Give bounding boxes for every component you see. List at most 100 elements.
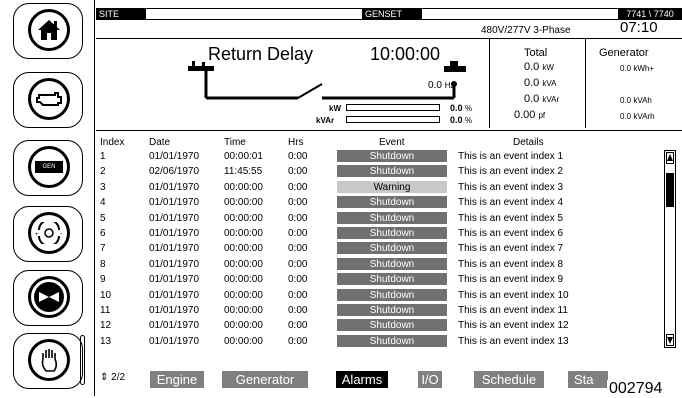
transfer-button[interactable]: + -	[13, 206, 83, 262]
kvar-bar	[346, 116, 440, 123]
kw-bar	[346, 104, 440, 111]
row-date: 02/06/1970	[149, 166, 200, 178]
row-date: 01/01/1970	[149, 243, 200, 255]
voltage-label: 480V/277V 3-Phase	[481, 25, 571, 36]
kvar-bar-label: kVAr	[316, 116, 335, 125]
totals-divider-left	[489, 38, 490, 128]
total-kvar-value: 0.0	[524, 93, 540, 105]
scroll-thumb[interactable]	[666, 173, 674, 207]
kw-bar-label: kW	[329, 104, 341, 113]
row-time: 00:00:00	[224, 197, 263, 209]
row-index: 5	[100, 212, 106, 224]
tab-alarms[interactable]: Alarms	[336, 371, 388, 388]
row-date: 01/01/1970	[149, 305, 200, 316]
scroll-up-button[interactable]	[666, 152, 674, 164]
tab-io[interactable]: I/O	[418, 371, 442, 388]
row-details: This is an event index 2	[458, 166, 564, 178]
row-index: 7	[100, 243, 106, 255]
generator-icon: GEN	[28, 146, 70, 188]
table-row[interactable]: 11 01/01/1970 00:00:00 0:00 Shutdown This is …	[98, 304, 668, 317]
row-details: This is an event index 1	[458, 151, 564, 162]
tab-schedule[interactable]: Schedule	[474, 371, 544, 388]
table-row[interactable]: 3 01/01/1970 00:00:00 0:00 Warning This is an…	[98, 180, 668, 194]
table-row[interactable]: 8 01/01/1970 00:00:00 0:00 Shutdown This is a…	[98, 257, 668, 271]
engine-button[interactable]	[13, 72, 83, 128]
gen-kvarh: 0.0 kVArh	[620, 112, 655, 121]
table-row[interactable]: 6 01/01/1970 00:00:00 0:00 Shutdown This is a…	[98, 227, 668, 240]
table-row[interactable]: 4 01/01/1970 00:00:00 0:00 Shutdown This is a…	[98, 196, 668, 209]
generator-button[interactable]: GEN	[13, 140, 83, 196]
event-badge: Shutdown	[337, 273, 447, 286]
event-badge: Shutdown	[337, 304, 447, 316]
row-index: 13	[100, 335, 112, 347]
row-hrs: 0:00	[288, 243, 308, 255]
event-badge: Shutdown	[337, 257, 447, 270]
tab-generator[interactable]: Generator	[222, 371, 308, 388]
row-details: This is an event index 8	[458, 258, 564, 270]
row-index: 12	[100, 320, 112, 332]
event-badge: Shutdown	[337, 319, 447, 332]
svg-text:+: +	[35, 232, 39, 238]
home-icon	[28, 9, 70, 51]
row-hrs: 0:00	[288, 166, 308, 178]
row-time: 00:00:00	[224, 305, 263, 316]
event-badge: Shutdown	[337, 150, 447, 162]
gen-kvah: 0.0 kVAh	[620, 96, 652, 105]
event-badge: Shutdown	[337, 196, 447, 209]
row-date: 01/01/1970	[149, 151, 200, 162]
row-index: 10	[100, 289, 112, 301]
row-date: 01/01/1970	[149, 228, 200, 239]
total-kw-unit: kW	[542, 63, 554, 72]
home-button[interactable]	[13, 3, 83, 59]
total-kva-value: 0.0	[524, 77, 540, 89]
row-index: 6	[100, 228, 106, 239]
row-time: 00:00:00	[224, 335, 263, 347]
table-row[interactable]: 5 01/01/1970 00:00:00 0:00 Shutdown This is a…	[98, 211, 668, 225]
table-row[interactable]: 1 01/01/1970 00:00:01 0:00 Shutdown This is a…	[98, 150, 668, 163]
table-row[interactable]: 12 01/01/1970 00:00:00 0:00 Shutdown This is …	[98, 319, 668, 332]
event-badge: Shutdown	[337, 288, 447, 301]
row-time: 00:00:00	[224, 212, 263, 224]
table-row[interactable]: 7 01/01/1970 00:00:00 0:00 Shutdown This is a…	[98, 242, 668, 255]
site-field	[146, 8, 362, 20]
table-row[interactable]: 9 01/01/1970 00:00:00 0:00 Shutdown This is a…	[98, 273, 668, 286]
event-badge: Shutdown	[337, 242, 447, 255]
page-indicator[interactable]: ⇕ 2/2	[100, 372, 125, 383]
frequency-value: 0.0	[428, 80, 442, 91]
row-index: 11	[100, 305, 111, 316]
genset-field	[422, 8, 618, 20]
row-date: 01/01/1970	[149, 181, 200, 193]
table-row[interactable]: 10 01/01/1970 00:00:00 0:00 Shutdown This is …	[98, 288, 668, 302]
row-time: 00:00:00	[224, 243, 263, 255]
stop-button[interactable]	[13, 270, 83, 326]
table-header: Index Date Time Hrs Event Details	[98, 136, 668, 149]
header-time: Time	[224, 137, 246, 148]
row-date: 01/01/1970	[149, 289, 200, 301]
total-pf-unit: pf	[538, 111, 546, 120]
row-details: This is an event index 12	[458, 320, 569, 332]
tab-status[interactable]: Sta	[568, 371, 608, 388]
header-underline	[96, 38, 682, 39]
hand-icon	[28, 339, 70, 381]
gen-label: GEN	[35, 161, 63, 173]
row-index: 8	[100, 258, 106, 270]
total-kva-unit: kVA	[542, 79, 557, 88]
row-date: 01/01/1970	[149, 320, 200, 332]
engine-icon	[28, 78, 70, 120]
row-hrs: 0:00	[288, 274, 308, 286]
row-details: This is an event index 10	[458, 289, 569, 301]
row-hrs: 0:00	[288, 335, 308, 347]
row-date: 01/01/1970	[149, 258, 200, 270]
event-badge: Shutdown	[337, 227, 447, 239]
row-time: 00:00:01	[224, 151, 263, 162]
side-handle	[80, 335, 85, 385]
hand-button[interactable]	[13, 333, 83, 389]
table-row[interactable]: 2 02/06/1970 11:45:55 0:00 Shutdown This is a…	[98, 165, 668, 178]
table-row[interactable]: 13 01/01/1970 00:00:00 0:00 Shutdown This is …	[98, 334, 668, 348]
tab-engine[interactable]: Engine	[150, 371, 204, 388]
scrollbar[interactable]	[664, 150, 676, 348]
page-number: 2/2	[111, 372, 126, 383]
scroll-down-button[interactable]	[666, 334, 674, 346]
header-index: Index	[100, 137, 125, 148]
frequency-unit: Hz	[444, 81, 455, 90]
